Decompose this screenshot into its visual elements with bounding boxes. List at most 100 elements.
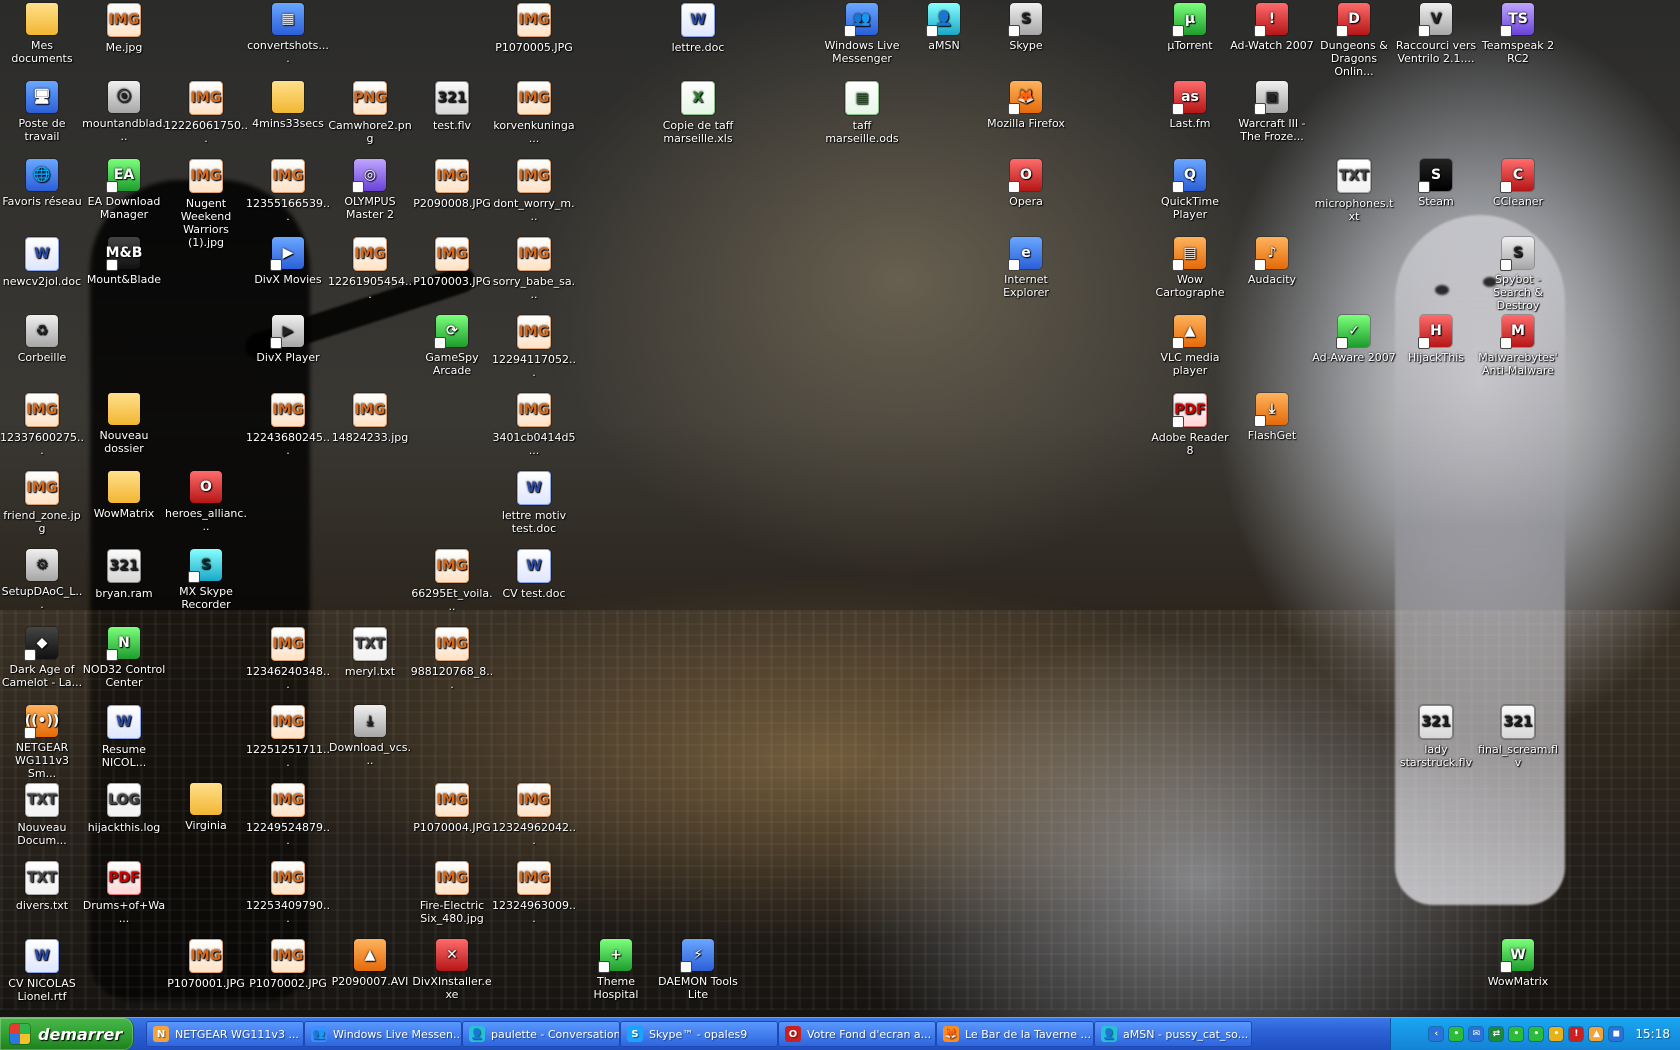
desktop-icon[interactable]: EA EA Download Manager xyxy=(82,156,166,221)
desktop-icon[interactable]: PDF Drums+of+Wa... xyxy=(82,858,166,925)
taskbar-task[interactable]: 👤 aMSN - pussy_cat_so... xyxy=(1094,1021,1252,1047)
desktop-icon[interactable]: PDF Adobe Reader 8 xyxy=(1148,390,1232,457)
tray-green2-icon[interactable]: • xyxy=(1529,1027,1544,1041)
desktop-icon[interactable]: N NOD32 Control Center xyxy=(82,624,166,689)
desktop-icon[interactable]: ◎ OLYMPUS Master 2 xyxy=(328,156,412,221)
desktop-icon[interactable]: PNG Camwhore2.png xyxy=(328,78,412,145)
tray-user-icon[interactable]: • xyxy=(1449,1027,1464,1041)
desktop-icon[interactable]: H HijackThis xyxy=(1394,312,1478,364)
desktop-icon[interactable]: IMG 12346240348... xyxy=(246,624,330,691)
desktop-icon[interactable]: IMG Nugent Weekend Warriors (1).jpg xyxy=(164,156,248,249)
desktop-icon[interactable]: LOG hijackthis.log xyxy=(82,780,166,834)
desktop-icon[interactable]: C CCleaner xyxy=(1476,156,1560,208)
desktop-icon[interactable]: Oheroes_allianc... xyxy=(164,468,248,533)
desktop-icon[interactable]: ▲ VLC media player xyxy=(1148,312,1232,377)
desktop-icon[interactable]: ⦿ mountandblad... xyxy=(82,78,166,143)
tray-arrow-icon[interactable]: ‹ xyxy=(1429,1027,1444,1041)
desktop-icon[interactable]: Virginia xyxy=(164,780,248,832)
taskbar-task[interactable]: 🦊 Le Bar de la Taverne ... xyxy=(936,1021,1094,1047)
desktop-icon[interactable]: IMG P1070005.JPG xyxy=(492,0,576,54)
desktop-icon[interactable]: IMG 12253409790... xyxy=(246,858,330,925)
desktop-icon[interactable]: Nouveau dossier xyxy=(82,390,166,455)
desktop-icon[interactable]: ▣ Warcraft III - The Froze... xyxy=(1230,78,1314,143)
desktop-icon[interactable]: S Skype xyxy=(984,0,1068,52)
desktop-icon[interactable]: M Malwarebytes' Anti-Malware xyxy=(1476,312,1560,377)
desktop-icon[interactable]: W WowMatrix xyxy=(1476,936,1560,988)
desktop-icon[interactable]: Wlettre.doc xyxy=(656,0,740,54)
tray-red-icon[interactable]: ! xyxy=(1569,1027,1584,1041)
desktop-icon[interactable]: 🦊 Mozilla Firefox xyxy=(984,78,1068,130)
tray-yellow-icon[interactable]: • xyxy=(1549,1027,1564,1041)
desktop-icon[interactable]: IMG P1070001.JPG xyxy=(164,936,248,990)
desktop-icon[interactable]: W Resume NICOL... xyxy=(82,702,166,769)
desktop-icon[interactable]: IMG Me.jpg xyxy=(82,0,166,54)
tray-network-icon[interactable]: ⇄ xyxy=(1489,1027,1504,1041)
desktop-icon[interactable]: ⚡ DAEMON Tools Lite xyxy=(656,936,740,1001)
tray-clock[interactable]: 15:18 xyxy=(1635,1027,1670,1041)
desktop-icon[interactable]: W CV NICOLAS Lionel.rtf xyxy=(0,936,84,1003)
desktop-icon[interactable]: ♻ Corbeille xyxy=(0,312,84,364)
desktop-icon[interactable]: µ µTorrent xyxy=(1148,0,1232,52)
desktop-icon[interactable]: as Last.fm xyxy=(1148,78,1232,130)
desktop-icon[interactable]: O Opera xyxy=(984,156,1068,208)
taskbar-task[interactable]: 👥 Windows Live Messen... xyxy=(304,1021,462,1047)
desktop-icon[interactable]: IMG 12324963009... xyxy=(492,858,576,925)
desktop-icon[interactable]: ▲ P2090007.AVI xyxy=(328,936,412,988)
desktop-icon[interactable]: TXT meryl.txt xyxy=(328,624,412,678)
desktop-icon[interactable]: IMG P1070004.JPG xyxy=(410,780,494,834)
desktop-icon[interactable]: 321 final_scream.flv xyxy=(1476,702,1560,769)
desktop-icon[interactable]: + Theme Hospital xyxy=(574,936,658,1001)
desktop-icon[interactable]: W CV test.doc xyxy=(492,546,576,600)
desktop-icon[interactable]: S Steam xyxy=(1394,156,1478,208)
desktop-icon[interactable]: 🌐 Favoris réseau xyxy=(0,156,84,208)
desktop-icon[interactable]: IMG P2090008.JPG xyxy=(410,156,494,210)
desktop-icon[interactable]: 321 bryan.ram xyxy=(82,546,166,600)
desktop-icon[interactable]: IMG 12337600275... xyxy=(0,390,84,457)
desktop-icon[interactable]: Wnewcv2jol.doc xyxy=(0,234,84,288)
desktop[interactable]: Mes documents IMG Me.jpg ▦ convertshots.... I… xyxy=(0,0,1680,1018)
tray-orange-icon[interactable]: ▲ xyxy=(1589,1027,1604,1041)
desktop-icon[interactable]: S Spybot - Search & Destroy xyxy=(1476,234,1560,312)
desktop-icon[interactable]: 👤 aMSN xyxy=(902,0,986,52)
desktop-icon[interactable]: ⤓ FlashGet xyxy=(1230,390,1314,442)
desktop-icon[interactable]: ✕ DivXInstaller.exe xyxy=(410,936,494,1001)
desktop-icon[interactable]: IMG 12355166539... xyxy=(246,156,330,223)
desktop-icon[interactable]: TXT microphones.txt xyxy=(1312,156,1396,223)
desktop-icon[interactable]: IMG dont_worry_m... xyxy=(492,156,576,223)
desktop-icon[interactable]: IMG 988120768_8... xyxy=(410,624,494,691)
desktop-icon[interactable]: S MX Skype Recorder xyxy=(164,546,248,611)
desktop-icon[interactable]: ▶ DivX Player xyxy=(246,312,330,364)
tray-mail-icon[interactable]: ✉ xyxy=(1469,1027,1484,1041)
desktop-icon[interactable]: IMG 14824233.jpg xyxy=(328,390,412,444)
desktop-icon[interactable]: TS Teamspeak 2 RC2 xyxy=(1476,0,1560,65)
tray-green-icon[interactable]: • xyxy=(1509,1027,1524,1041)
desktop-icon[interactable]: 321 test.flv xyxy=(410,78,494,132)
desktop-icon[interactable]: IMG 12226061750... xyxy=(164,78,248,145)
desktop-icon[interactable]: M&B Mount&Blade xyxy=(82,234,166,286)
desktop-icon[interactable]: ((•)) NETGEAR WG111v3 Sm... xyxy=(0,702,84,780)
desktop-icon[interactable]: IMG 12249524879... xyxy=(246,780,330,847)
desktop-icon[interactable]: IMG korvenkuninga... xyxy=(492,78,576,145)
desktop-icon[interactable]: Q QuickTime Player xyxy=(1148,156,1232,221)
desktop-icon[interactable]: V Raccourci vers Ventrilo 2.1.... xyxy=(1394,0,1478,65)
desktop-icon[interactable]: 👥 Windows Live Messenger xyxy=(820,0,904,65)
desktop-icon[interactable]: ▶ DivX Movies xyxy=(246,234,330,286)
desktop-icon[interactable]: ♪ Audacity xyxy=(1230,234,1314,286)
desktop-icon[interactable]: ▦ taff marseille.ods xyxy=(820,78,904,145)
desktop-icon[interactable]: IMG 3401cb0414d5... xyxy=(492,390,576,457)
desktop-icon[interactable]: IMG sorry_babe_sa... xyxy=(492,234,576,301)
desktop-icon[interactable]: WowMatrix xyxy=(82,468,166,520)
desktop-icon[interactable]: e Internet Explorer xyxy=(984,234,1068,299)
taskbar-task[interactable]: S Skype™ - opales9 xyxy=(620,1021,778,1047)
desktop-icon[interactable]: Mes documents xyxy=(0,0,84,65)
desktop-icon[interactable]: ◆ Dark Age of Camelot - La... xyxy=(0,624,84,689)
desktop-icon[interactable]: IMG 12294117052... xyxy=(492,312,576,379)
desktop-icon[interactable]: ⤓ Download_vcs... xyxy=(328,702,412,767)
tray-blue-icon[interactable]: ◼ xyxy=(1609,1027,1624,1041)
desktop-icon[interactable]: 🖥 Poste de travail xyxy=(0,78,84,143)
desktop-icon[interactable]: 321 lady starstruck.flv xyxy=(1394,702,1478,769)
desktop-icon[interactable]: ▦ convertshots.... xyxy=(246,0,330,65)
taskbar-task[interactable]: N NETGEAR WG111v3 ... xyxy=(146,1021,304,1047)
desktop-icon[interactable]: TXT Nouveau Docum... xyxy=(0,780,84,847)
desktop-icon[interactable]: TXT divers.txt xyxy=(0,858,84,912)
